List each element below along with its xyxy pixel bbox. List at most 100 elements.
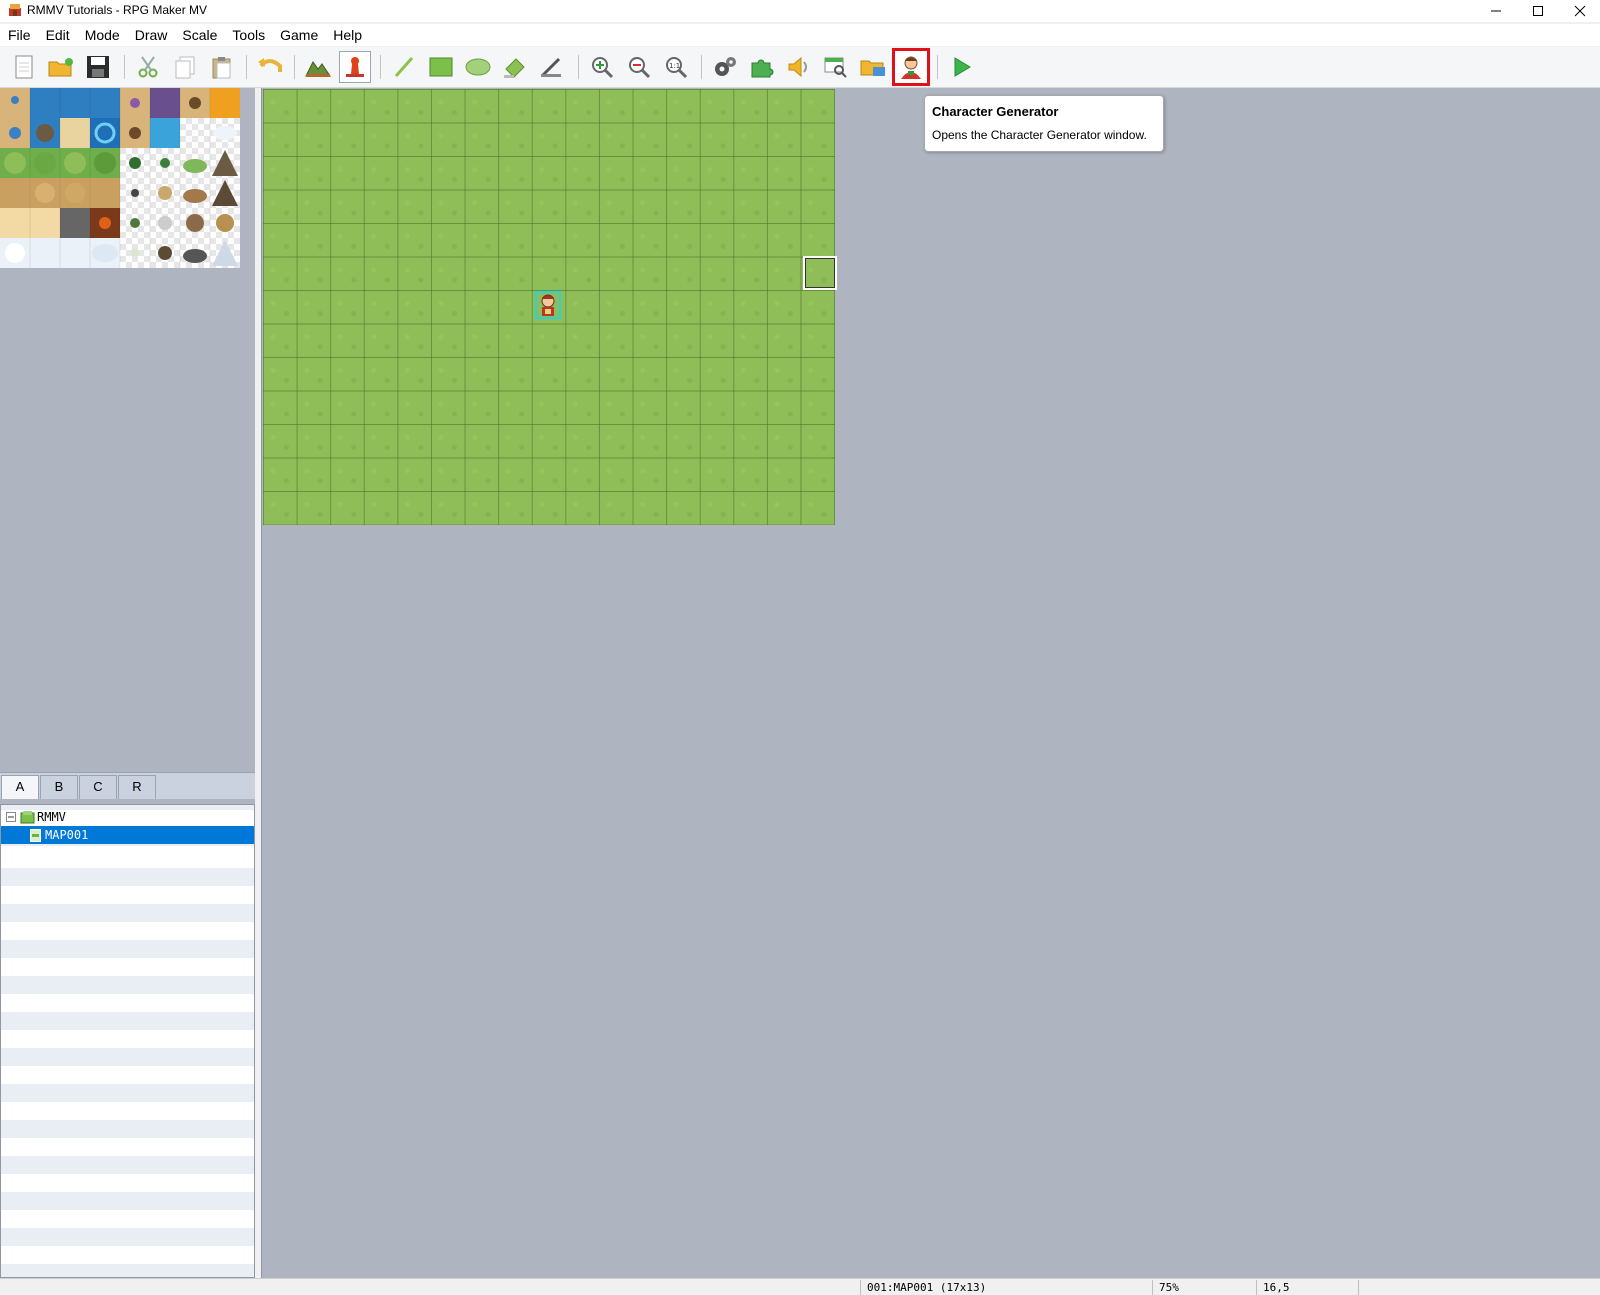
undo-arrow-icon [258,58,282,72]
play-triangle-icon [954,57,971,77]
open-project-button[interactable] [45,51,77,83]
gears-icon [715,57,736,76]
clipboard-icon [212,57,231,79]
database-button[interactable] [709,51,741,83]
tab-r[interactable]: R [118,775,156,799]
new-page-icon [15,55,33,79]
map-grid[interactable] [263,89,837,525]
window-search-icon [824,57,847,78]
map-name: MAP001 [45,828,89,842]
map-file-icon [30,829,41,842]
character-generator-button[interactable] [892,48,930,86]
pencil-button[interactable] [388,51,420,83]
toolbar-separator [380,55,381,79]
menu-scale[interactable]: Scale [174,24,224,46]
tooltip-title: Character Generator [932,104,1059,119]
puzzle-piece-icon [751,59,774,78]
maximize-icon [1533,6,1543,16]
toolbar-separator [246,55,247,79]
maximize-button[interactable] [1518,0,1558,22]
open-folder-icon [48,58,73,77]
status-zoom: 75% [1152,1280,1249,1295]
zoom-actual-size-icon: 1:1 [666,57,688,79]
event-mode-button[interactable] [339,51,371,83]
character-face-icon [901,56,921,79]
paint-bucket-icon [504,58,525,78]
menu-game[interactable]: Game [272,24,325,46]
status-coordinates: 16,5 [1256,1280,1363,1295]
copy-icon [175,56,195,79]
tileset-grid[interactable] [0,88,240,268]
rectangle-icon [429,57,453,77]
resource-manager-button[interactable] [857,51,889,83]
ellipse-button[interactable] [462,51,494,83]
tab-c[interactable]: C [79,775,117,799]
menu-help[interactable]: Help [325,24,369,46]
menu-draw[interactable]: Draw [127,24,175,46]
map-mode-button[interactable] [302,51,334,83]
playtest-button[interactable] [945,51,977,83]
menu-tools[interactable]: Tools [224,24,272,46]
speaker-icon [788,56,807,78]
menu-file[interactable]: File [0,24,38,46]
collapse-toggle-icon[interactable] [6,812,16,822]
paste-button[interactable] [206,51,238,83]
toolbar-separator [578,55,579,79]
resource-folders-icon [860,60,885,76]
rectangle-button[interactable] [425,51,457,83]
menu-bar: File Edit Mode Draw Scale Tools Game Hel… [0,24,1600,46]
zoom-out-button[interactable] [623,51,655,83]
cut-button[interactable] [132,51,164,83]
close-button[interactable] [1560,0,1600,22]
player-character-icon [541,294,555,316]
close-icon [1574,5,1586,17]
zoom-out-icon [629,57,651,79]
rpg-maker-app-icon [9,4,21,16]
tab-a[interactable]: A [1,775,39,799]
shadow-pen-button[interactable] [536,51,568,83]
svg-text:1:1: 1:1 [669,62,680,70]
actual-size-button[interactable]: 1:1 [660,51,692,83]
tileset-tabs: A B C R [0,772,255,799]
save-project-button[interactable] [82,51,114,83]
status-empty [1358,1280,1595,1295]
pencil-icon [394,57,414,77]
title-bar: RMMV Tutorials - RPG Maker MV [0,0,1600,22]
new-project-button[interactable] [8,51,40,83]
tab-b[interactable]: B [40,775,78,799]
copy-button[interactable] [169,51,201,83]
fill-button[interactable] [499,51,531,83]
menu-mode[interactable]: Mode [77,24,127,46]
project-folder-icon [20,811,35,824]
map-canvas-area[interactable] [261,88,1600,1278]
tile-palette[interactable] [0,88,240,268]
minimize-button[interactable] [1476,0,1516,22]
toolbar-separator [294,55,295,79]
map-tree[interactable]: RMMV Tutorials MAP001 [0,804,255,1278]
left-panel: A B C R RMMV Tutorials MAP001 [0,88,255,1278]
toolbar: 1:1 [0,47,1600,88]
sound-test-button[interactable] [783,51,815,83]
undo-button[interactable] [254,51,286,83]
event-pin-icon [346,57,364,77]
mountain-map-icon [305,61,331,77]
plugin-manager-button[interactable] [746,51,778,83]
tooltip-description: Opens the Character Generator window. [932,128,1147,142]
save-disk-icon [87,56,109,78]
shadow-pen-icon [541,57,561,77]
window-title: RMMV Tutorials - RPG Maker MV [27,3,208,17]
zoom-in-button[interactable] [586,51,618,83]
player-start-event[interactable] [535,291,561,319]
tile-cursor [803,256,837,290]
tooltip: Character Generator Opens the Character … [924,95,1164,152]
toolbar-separator [124,55,125,79]
status-map-info: 001:MAP001 (17x13) [860,1280,1147,1295]
menu-edit[interactable]: Edit [38,24,77,46]
tree-map-row[interactable]: MAP001 [1,826,254,844]
ellipse-icon [465,58,491,76]
scissors-icon [138,56,158,78]
event-searcher-button[interactable] [820,51,852,83]
toolbar-separator [701,55,702,79]
zoom-in-icon [592,57,614,79]
status-bar: 001:MAP001 (17x13) 75% 16,5 [0,1278,1600,1295]
